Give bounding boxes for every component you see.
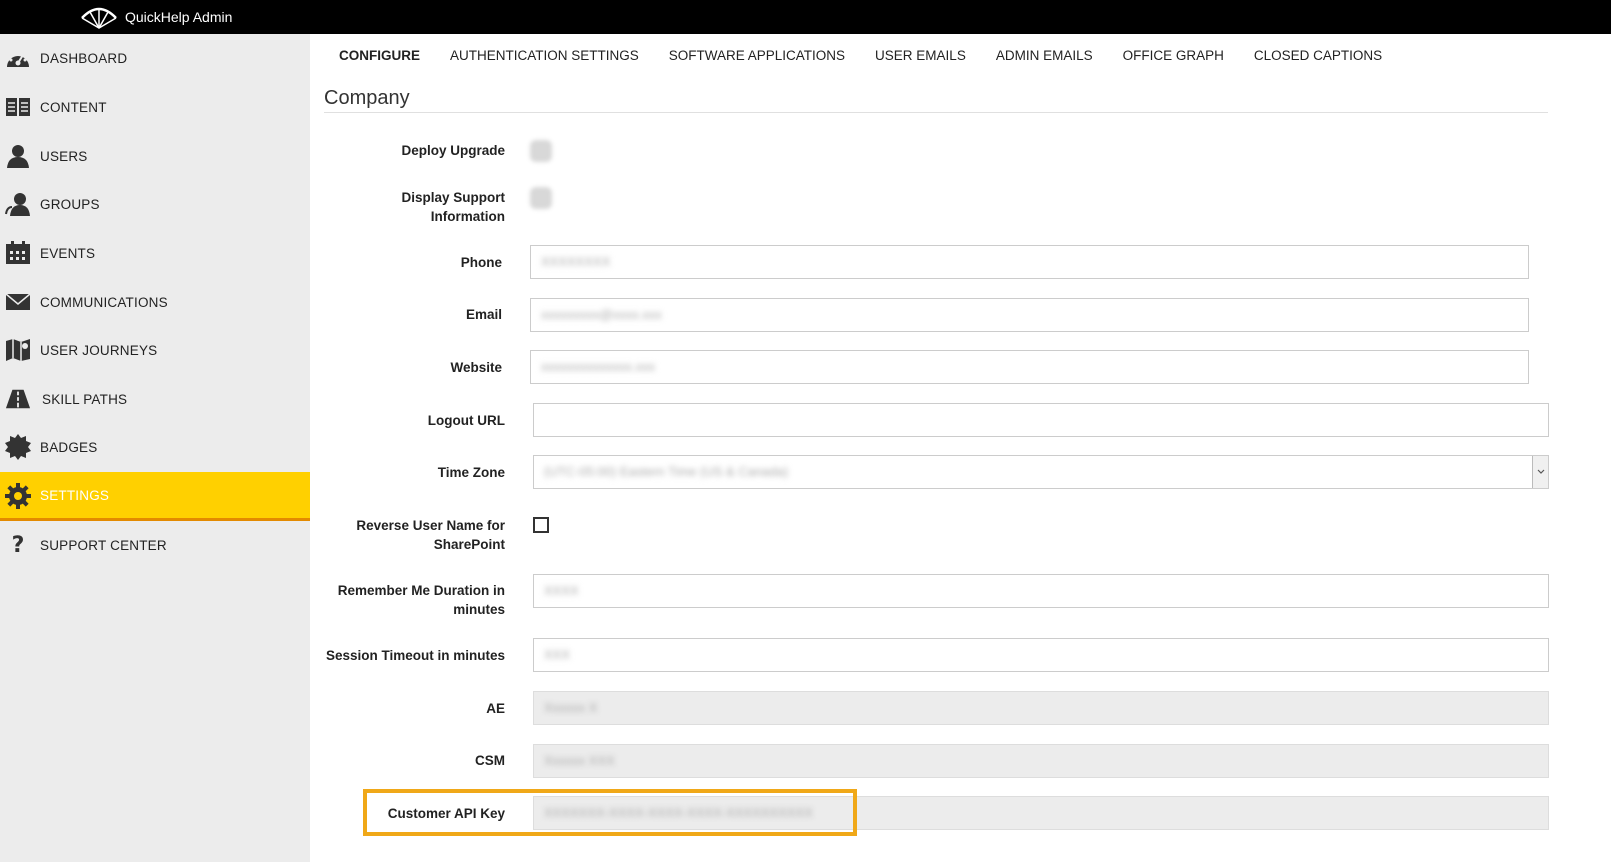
remember-me-field[interactable]: XXXX [533, 574, 1549, 608]
speedometer-icon [5, 46, 31, 70]
tab-software-applications[interactable]: SOFTWARE APPLICATIONS [669, 48, 845, 63]
display-support-label-line1: Display Support [401, 190, 505, 205]
logout-url-label: Logout URL [427, 413, 505, 428]
phone-label: Phone [460, 255, 502, 270]
reverse-user-name-label: Reverse User Name for SharePoint [305, 516, 505, 554]
sidebar-item-settings[interactable]: SETTINGS [0, 472, 310, 521]
tab-configure[interactable]: CONFIGURE [339, 48, 420, 63]
sidebar-item-user-journeys[interactable]: USER JOURNEYS [0, 327, 310, 373]
sidebar-item-users[interactable]: USERS [0, 133, 310, 179]
time-zone-label: Time Zone [437, 465, 505, 480]
sidebar-item-label: USERS [40, 148, 88, 164]
time-zone-select[interactable]: (UTC-05:00) Eastern Time (US & Canada) [533, 455, 1549, 489]
sidebar-item-events[interactable]: EVENTS [0, 230, 310, 276]
top-bar: QuickHelp Admin [0, 0, 1611, 34]
book-icon [5, 95, 31, 119]
sidebar-item-label: DASHBOARD [40, 50, 128, 66]
email-value: xxxxxxxxx@xxxx.xxx [541, 307, 662, 322]
tab-user-emails[interactable]: USER EMAILS [875, 48, 966, 63]
csm-field: Xxxxxx XXX [533, 744, 1549, 778]
parachute-logo-icon[interactable] [80, 4, 118, 30]
tab-admin-emails[interactable]: ADMIN EMAILS [996, 48, 1093, 63]
session-timeout-label: Session Timeout in minutes [325, 648, 505, 663]
group-icon [5, 192, 31, 216]
ae-value: Xxxxxx X [544, 700, 598, 715]
user-icon [5, 144, 31, 168]
section-divider [324, 112, 1548, 113]
website-field[interactable]: xxxxxxxxxxxxxx.xxx [530, 350, 1529, 384]
session-timeout-value: XXX [544, 647, 571, 662]
phone-field[interactable]: XXXXXXXX [530, 245, 1529, 279]
settings-tabs: CONFIGURE AUTHENTICATION SETTINGS SOFTWA… [324, 34, 1397, 76]
sidebar-item-content[interactable]: CONTENT [0, 84, 310, 130]
session-timeout-field[interactable]: XXX [533, 638, 1549, 672]
reverse-user-name-label-line1: Reverse User Name for [356, 518, 505, 533]
display-support-label-line2: Information [430, 209, 505, 224]
display-support-toggle[interactable] [530, 187, 552, 209]
sidebar-item-label: EVENTS [40, 245, 96, 261]
ae-label: AE [486, 701, 505, 716]
deploy-upgrade-toggle[interactable] [530, 140, 552, 162]
sidebar-item-label: SUPPORT CENTER [40, 537, 167, 553]
sidebar-item-communications[interactable]: COMMUNICATIONS [0, 279, 310, 325]
email-label: Email [465, 307, 502, 322]
csm-value: Xxxxxx XXX [544, 753, 615, 768]
display-support-label: Display Support Information [305, 188, 505, 226]
sidebar-item-label: CONTENT [40, 99, 107, 115]
website-label: Website [450, 360, 502, 375]
sidebar-item-label: SETTINGS [40, 487, 110, 503]
website-value: xxxxxxxxxxxxxx.xxx [541, 359, 656, 374]
csm-label: CSM [475, 753, 505, 768]
envelope-icon [5, 290, 31, 314]
sidebar-item-label: SKILL PATHS [42, 391, 128, 407]
app-title: QuickHelp Admin [125, 9, 233, 25]
sidebar: DASHBOARD CONTENT USERS GROUPS EVENTS CO… [0, 34, 310, 862]
tab-authentication-settings[interactable]: AUTHENTICATION SETTINGS [450, 48, 639, 63]
sidebar-item-label: BADGES [40, 439, 98, 455]
map-icon [5, 338, 31, 362]
badge-icon [5, 434, 31, 460]
calendar-icon [5, 241, 31, 265]
gear-icon [5, 483, 31, 509]
sidebar-item-badges[interactable]: BADGES [0, 424, 310, 470]
section-title: Company [324, 87, 410, 109]
remember-me-label-line1: Remember Me Duration in [337, 583, 505, 598]
sidebar-item-groups[interactable]: GROUPS [0, 181, 310, 227]
sidebar-item-label: COMMUNICATIONS [40, 294, 168, 310]
email-field[interactable]: xxxxxxxxx@xxxx.xxx [530, 298, 1529, 332]
tab-office-graph[interactable]: OFFICE GRAPH [1123, 48, 1224, 63]
sidebar-item-dashboard[interactable]: DASHBOARD [0, 35, 310, 81]
remember-me-value: XXXX [544, 583, 579, 598]
question-icon: ? [11, 532, 25, 558]
reverse-user-name-checkbox[interactable] [533, 517, 549, 533]
chevron-down-icon[interactable] [1532, 456, 1548, 488]
remember-me-label: Remember Me Duration in minutes [305, 581, 505, 619]
logout-url-field[interactable] [533, 403, 1549, 437]
sidebar-item-label: GROUPS [40, 196, 100, 212]
road-icon [5, 387, 31, 411]
phone-value: XXXXXXXX [541, 254, 611, 269]
sidebar-item-support-center[interactable]: ? SUPPORT CENTER [0, 522, 310, 568]
deploy-upgrade-label: Deploy Upgrade [401, 143, 505, 158]
time-zone-value: (UTC-05:00) Eastern Time (US & Canada) [544, 464, 789, 479]
api-key-highlight [363, 789, 857, 836]
ae-field: Xxxxxx X [533, 691, 1549, 725]
tab-closed-captions[interactable]: CLOSED CAPTIONS [1254, 48, 1382, 63]
sidebar-item-label: USER JOURNEYS [40, 342, 158, 358]
remember-me-label-line2: minutes [453, 602, 505, 617]
sidebar-item-skill-paths[interactable]: SKILL PATHS [0, 376, 310, 422]
reverse-user-name-label-line2: SharePoint [433, 537, 505, 552]
